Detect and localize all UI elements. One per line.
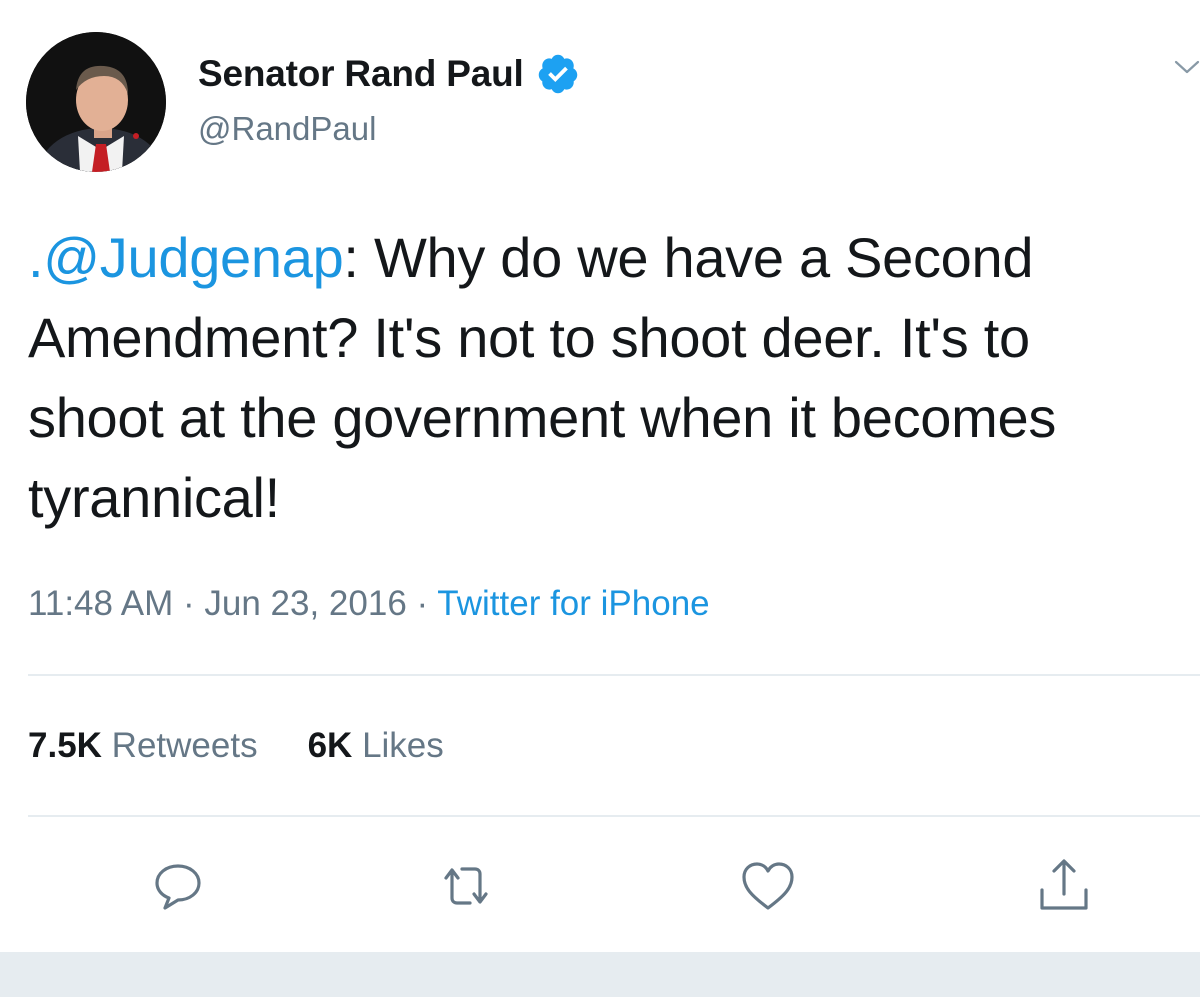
divider [28, 815, 1200, 817]
likes-count: 6K [307, 726, 353, 765]
share-icon [1040, 859, 1088, 910]
reply-button[interactable] [148, 858, 208, 914]
likes-stat[interactable]: 6K Likes [308, 726, 444, 766]
retweets-stat[interactable]: 7.5K Retweets [28, 726, 258, 766]
like-button[interactable] [738, 858, 798, 914]
likes-label: Likes [362, 726, 444, 765]
mention-link[interactable]: .@Judgenap [28, 226, 344, 289]
meta-separator: · [173, 584, 205, 623]
retweets-label: Retweets [111, 726, 258, 765]
tweet-meta: 11:48 AM · Jun 23, 2016 · Twitter for iP… [28, 584, 710, 624]
share-button[interactable] [1034, 858, 1094, 914]
display-name[interactable]: Senator Rand Paul [198, 53, 524, 95]
tweet-detail: Senator Rand Paul @RandPaul .@Judgenap: … [0, 0, 1200, 997]
author-name-row[interactable]: Senator Rand Paul [198, 52, 580, 96]
chevron-down-icon[interactable] [1174, 58, 1200, 78]
meta-separator: · [406, 584, 438, 623]
tweet-date: Jun 23, 2016 [204, 584, 407, 623]
tweet-time: 11:48 AM [28, 584, 174, 623]
tweet-text: .@Judgenap: Why do we have a Second Amen… [28, 218, 1178, 538]
author-handle[interactable]: @RandPaul [198, 110, 376, 148]
retweets-count: 7.5K [28, 726, 102, 765]
heart-icon [742, 862, 794, 910]
retweet-button[interactable] [436, 858, 496, 914]
bottom-bar [0, 952, 1200, 997]
divider [28, 674, 1200, 676]
tweet-stats: 7.5K Retweets 6K Likes [28, 726, 444, 766]
reply-icon [155, 864, 201, 910]
tweet-source[interactable]: Twitter for iPhone [437, 584, 709, 623]
avatar-photo [26, 32, 166, 172]
retweet-icon [444, 867, 488, 905]
avatar[interactable] [26, 32, 166, 172]
verified-badge-icon [536, 52, 580, 96]
